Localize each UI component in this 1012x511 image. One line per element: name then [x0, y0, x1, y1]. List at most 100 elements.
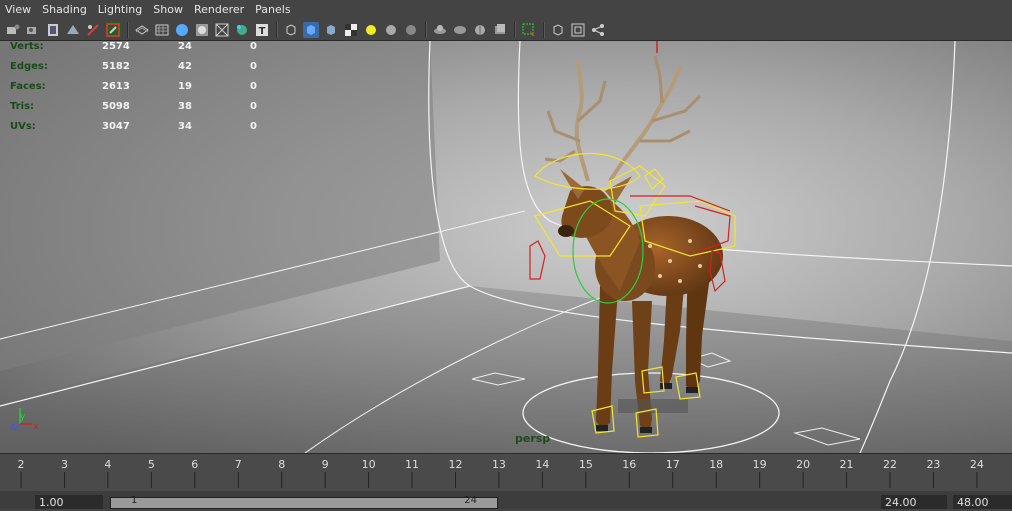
axis-x-label: x: [33, 422, 39, 432]
panel-layout-icon[interactable]: [472, 22, 488, 38]
hud-label: Faces:: [10, 81, 46, 92]
smooth-shade-icon[interactable]: [194, 22, 210, 38]
toolbar-separator: [425, 22, 427, 38]
menu-show[interactable]: Show: [148, 0, 189, 20]
share-icon[interactable]: [590, 22, 606, 38]
timeline-tick-label: 2: [17, 458, 25, 471]
panel-layout-icon[interactable]: [570, 22, 586, 38]
toolbar-separator: [514, 22, 516, 38]
resolution-gate-icon[interactable]: [134, 22, 150, 38]
timeline-tick-label: 23: [926, 458, 941, 471]
bookmark-icon[interactable]: [45, 22, 61, 38]
default-material-icon[interactable]: [214, 22, 230, 38]
timeline-tick-label: 20: [796, 458, 811, 471]
camera-attributes-icon[interactable]: [550, 22, 566, 38]
menu-bar: View Shading Lighting Show Renderer Pane…: [0, 0, 1012, 20]
hud-value: 24: [178, 41, 192, 52]
hud-value: 5098: [102, 101, 130, 112]
hud-value: 2574: [102, 41, 130, 52]
timeline-tick-label: 6: [191, 458, 199, 471]
timeline-tick-label: 17: [665, 458, 680, 471]
image-plane-icon[interactable]: [65, 22, 81, 38]
joint-xray-icon[interactable]: T: [254, 22, 270, 38]
motion-blur-icon[interactable]: [363, 22, 379, 38]
shadows-icon[interactable]: [323, 22, 339, 38]
hud-value: 0: [250, 121, 257, 132]
animation-end-field[interactable]: 48.00: [953, 495, 1012, 509]
share-icon[interactable]: [492, 22, 508, 38]
camera-name-label: persp: [515, 432, 551, 445]
hud-label: Verts:: [10, 41, 44, 52]
menu-shading[interactable]: Shading: [37, 0, 93, 20]
film-gate-icon[interactable]: [105, 22, 121, 38]
menu-view[interactable]: View: [0, 0, 37, 20]
hud-label: UVs:: [10, 121, 36, 132]
hud-value: 0: [250, 61, 257, 72]
persp-viewport[interactable]: Verts: 2574 24 0 Edges: 5182 42 0 Faces: 2613 19…: [0, 41, 1012, 453]
hud-value: 0: [250, 81, 257, 92]
axis-z-label: z: [10, 422, 15, 432]
timeline-tick-label: 9: [321, 458, 329, 471]
safe-action-icon[interactable]: [154, 22, 170, 38]
timeline-tick-label: 12: [448, 458, 463, 471]
grid-toggle-icon[interactable]: [85, 22, 101, 38]
camera-grid-icon[interactable]: [452, 22, 468, 38]
axis-y-label: y: [20, 412, 26, 422]
timeline-tick-label: 5: [147, 458, 155, 471]
camera-attributes-icon[interactable]: [25, 22, 41, 38]
panel-toolbar: T: [0, 20, 1012, 41]
select-camera-icon[interactable]: [521, 22, 537, 38]
end-time-field[interactable]: 24.00: [881, 495, 947, 509]
hud-value: 3047: [102, 121, 130, 132]
timeline-tick-label: 8: [278, 458, 286, 471]
use-lights-icon[interactable]: [303, 22, 319, 38]
menu-renderer[interactable]: Renderer: [189, 0, 250, 20]
menu-lighting[interactable]: Lighting: [93, 0, 148, 20]
range-slider-end: 24: [464, 495, 477, 506]
hud-value: 5182: [102, 61, 130, 72]
toolbar-separator: [543, 22, 545, 38]
time-slider[interactable]: 2 3 4 5 6 7 8 9 10 11 12 13 14 15 16 17 18 19 20 21 22 23 24: [0, 453, 1012, 492]
timeline-tick-label: 14: [535, 458, 550, 471]
range-slider-start: 1: [131, 495, 138, 506]
timeline-tick-label: 15: [578, 458, 593, 471]
start-time-field[interactable]: 1.00: [35, 495, 103, 509]
menu-panels[interactable]: Panels: [250, 0, 296, 20]
timeline-tick-label: 7: [234, 458, 242, 471]
isolate-select-icon[interactable]: [432, 22, 448, 38]
wireframe-icon[interactable]: [174, 22, 190, 38]
hud-value: 42: [178, 61, 192, 72]
hud-value: 38: [178, 101, 192, 112]
timeline-tick-label: 22: [883, 458, 897, 471]
timeline-tick-label: 13: [491, 458, 506, 471]
timeline-tick-label: 18: [709, 458, 724, 471]
timeline-tick-label: 24: [969, 458, 984, 471]
timeline-tick-label: 21: [839, 458, 854, 471]
axis-labels: y x z: [10, 412, 39, 432]
svg-text:T: T: [259, 26, 266, 37]
range-slider-bar: 1.00 1 24 24.00 48.00: [0, 491, 1012, 509]
hud-value: 0: [250, 101, 257, 112]
timeline-tick-label: 3: [60, 458, 68, 471]
x-ray-icon[interactable]: [234, 22, 250, 38]
timeline-tick-label: 16: [622, 458, 637, 471]
toolbar-separator: [276, 22, 278, 38]
select-camera-icon[interactable]: [5, 22, 21, 38]
hud-label: Tris:: [10, 101, 35, 112]
timeline-tick-label: 10: [361, 458, 376, 471]
timeline-tick-label: 19: [752, 458, 767, 471]
hud-value: 2613: [102, 81, 130, 92]
toolbar-separator: [127, 22, 129, 38]
range-slider[interactable]: 1 24: [110, 495, 498, 509]
hud-value: 34: [178, 121, 192, 132]
timeline-tick-label: 4: [104, 458, 112, 471]
depth-of-field-icon[interactable]: [403, 22, 419, 38]
texture-icon[interactable]: [283, 22, 299, 38]
multisample-icon[interactable]: [383, 22, 399, 38]
viewport-scene: [0, 41, 1012, 453]
hud-value: 19: [178, 81, 192, 92]
ambient-occlusion-icon[interactable]: [343, 22, 359, 38]
timeline-tick-label: 11: [405, 458, 420, 471]
hud-label: Edges:: [10, 61, 48, 72]
hud-value: 0: [250, 41, 257, 52]
